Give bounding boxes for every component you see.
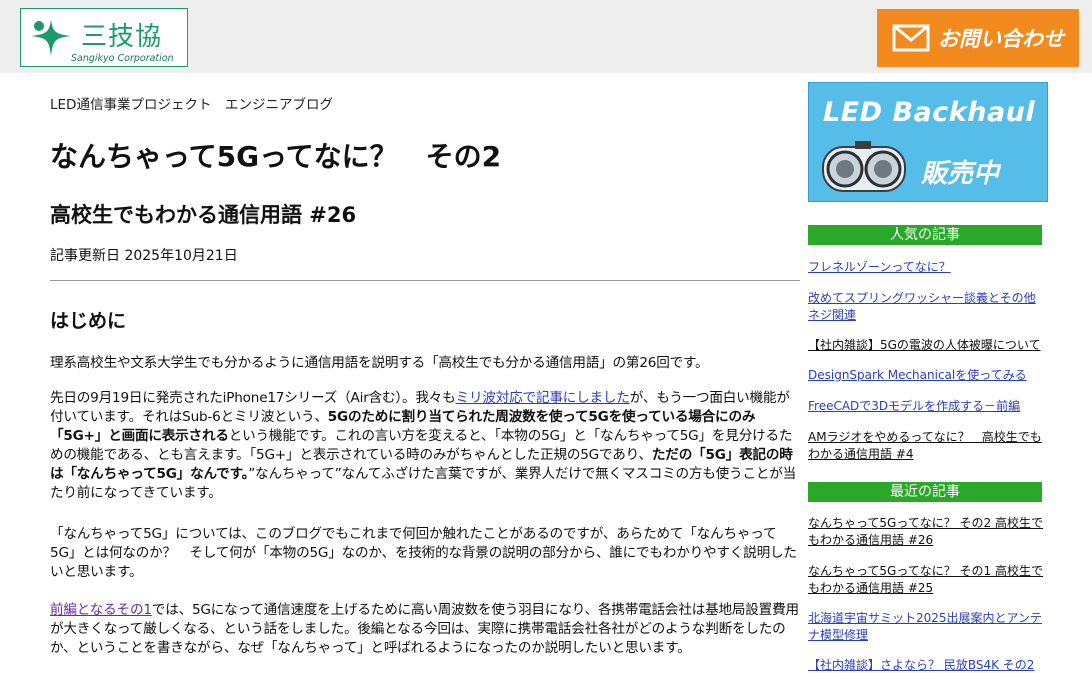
popular-link[interactable]: 【社内雑談】5Gの電波の人体被曝について	[808, 337, 1044, 354]
popular-link[interactable]: FreeCADで3Dモデルを作成する－前編	[808, 398, 1044, 415]
recent-link[interactable]: 【社内雑談】さよなら？ 民放BS4K その2	[808, 657, 1044, 673]
site-header: 三技協 Sangikyo Corporation お問い合わせ	[0, 0, 1092, 73]
recent-heading: 最近の記事	[808, 482, 1042, 502]
popular-link[interactable]: DesignSpark Mechanicalを使ってみる	[808, 367, 1044, 384]
led-device-image	[822, 141, 906, 192]
paragraph-iphone: 先日の9月19日に発売されたiPhone17シリーズ（Air含む）。我々もミリ波…	[50, 389, 800, 503]
mail-icon	[892, 24, 930, 52]
paragraph-intro: 理系高校生や文系大学生でも分かるように通信用語を説明する「高校生でも分かる通信用…	[50, 355, 709, 371]
popular-heading: 人気の記事	[808, 225, 1042, 245]
section-heading: はじめに	[50, 310, 127, 332]
contact-button[interactable]: お問い合わせ	[877, 9, 1079, 67]
sangikyo-logo[interactable]: 三技協 Sangikyo Corporation	[20, 8, 188, 67]
led-backhaul-banner[interactable]: LED Backhaul 販売中	[808, 82, 1048, 202]
recent-link[interactable]: 北海道宇宙サミット2025出展案内とアンテナ模型修理	[808, 610, 1044, 644]
popular-link[interactable]: AMラジオをやめるってなに？ 高校生でもわかる通信用語 #4	[808, 429, 1044, 463]
article-title: なんちゃって5Gってなに？ その2	[50, 140, 502, 173]
paragraph-part1: 前編となるその1では、5Gになって通信速度を上げるために高い周波数を使う羽目にな…	[50, 601, 800, 658]
popular-link[interactable]: 改めてスプリングワッシャー談義とその他ネジ関連	[808, 290, 1044, 324]
text: 先日の9月19日に発売されたiPhone17シリーズ（Air含む）。我々も	[50, 390, 456, 406]
recent-link[interactable]: なんちゃって5Gってなに？ その1 高校生でもわかる通信用語 #25	[808, 563, 1044, 597]
banner-title: LED Backhaul	[823, 97, 1036, 128]
recent-link[interactable]: なんちゃって5Gってなに？ その2 高校生でもわかる通信用語 #26	[808, 515, 1044, 549]
part1-link[interactable]: 前編となるその1	[50, 602, 152, 618]
logo-subtext: Sangikyo Corporation	[71, 53, 174, 64]
article-subtitle: 高校生でもわかる通信用語 #26	[50, 203, 357, 227]
logo-text: 三技協	[81, 22, 163, 52]
logo-star-icon	[31, 19, 71, 56]
banner-subtitle: 販売中	[921, 159, 1000, 189]
text: では、5Gになって通信速度を上げるために高い周波数を使う羽目になり、各携帯電話会…	[50, 602, 799, 656]
article-date: 記事更新日 2025年10月21日	[50, 248, 238, 264]
divider	[50, 280, 800, 281]
paragraph-explain: 「なんちゃって5G」については、このブログでもこれまで何回か触れたことがあるので…	[50, 526, 797, 580]
popular-link[interactable]: フレネルゾーンってなに？	[808, 259, 1044, 276]
millimeter-wave-article-link[interactable]: ミリ波対応で記事にしました	[456, 390, 630, 406]
contact-label: お問い合わせ	[938, 27, 1064, 51]
article-category: LED通信事業プロジェクト エンジニアブログ	[50, 97, 333, 113]
